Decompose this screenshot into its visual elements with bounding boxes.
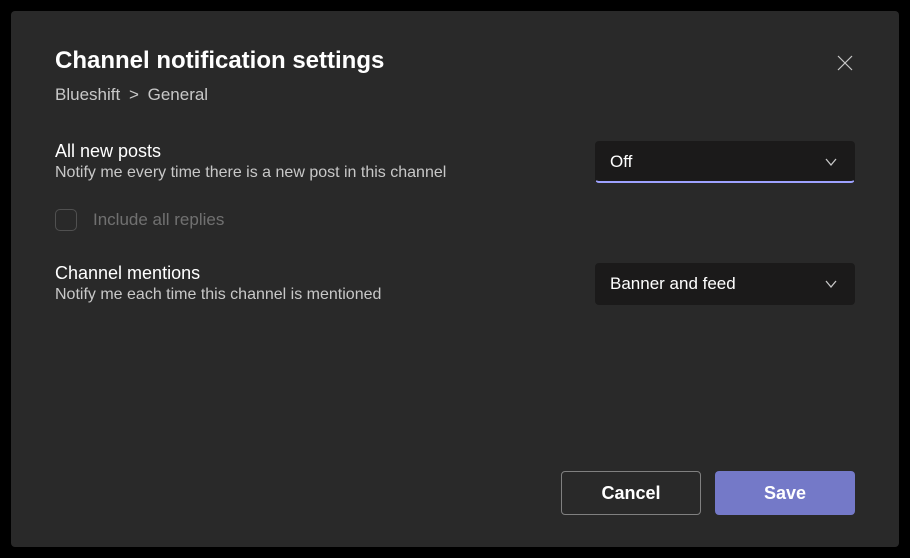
notification-settings-dialog: Channel notification settings Blueshift … <box>11 11 899 547</box>
channel-mentions-value: Banner and feed <box>610 274 736 294</box>
all-new-posts-text: All new posts Notify me every time there… <box>55 141 595 182</box>
chevron-down-icon <box>822 278 840 290</box>
save-button[interactable]: Save <box>715 471 855 515</box>
dialog-title: Channel notification settings <box>55 47 855 75</box>
channel-mentions-dropdown[interactable]: Banner and feed <box>595 263 855 305</box>
breadcrumb: Blueshift > General <box>55 85 855 105</box>
all-new-posts-dropdown[interactable]: Off <box>595 141 855 183</box>
include-replies-checkbox[interactable] <box>55 209 77 231</box>
channel-mentions-row: Channel mentions Notify me each time thi… <box>55 263 855 305</box>
close-icon <box>837 55 853 76</box>
chevron-down-icon <box>822 156 840 168</box>
channel-mentions-label: Channel mentions <box>55 263 555 284</box>
cancel-button[interactable]: Cancel <box>561 471 701 515</box>
close-button[interactable] <box>831 51 859 79</box>
include-replies-label: Include all replies <box>93 210 224 230</box>
include-replies-row: Include all replies <box>55 209 855 231</box>
all-new-posts-label: All new posts <box>55 141 555 162</box>
breadcrumb-separator: > <box>129 85 139 104</box>
all-new-posts-row: All new posts Notify me every time there… <box>55 141 855 183</box>
all-new-posts-value: Off <box>610 152 632 172</box>
channel-mentions-text: Channel mentions Notify me each time thi… <box>55 263 595 304</box>
breadcrumb-team: Blueshift <box>55 85 120 104</box>
all-new-posts-description: Notify me every time there is a new post… <box>55 164 555 182</box>
breadcrumb-channel: General <box>148 85 208 104</box>
dialog-footer: Cancel Save <box>55 471 855 515</box>
channel-mentions-description: Notify me each time this channel is ment… <box>55 286 555 304</box>
